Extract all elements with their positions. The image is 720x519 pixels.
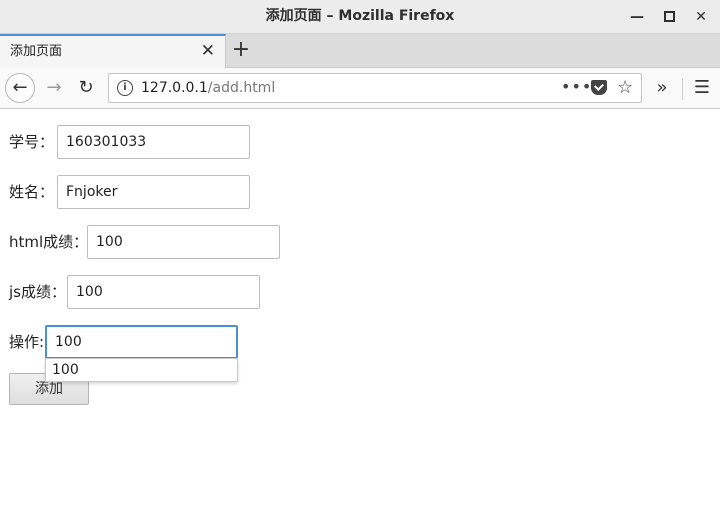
tab-title: 添加页面 [10, 44, 63, 59]
maximize-icon [663, 10, 675, 22]
page-actions-icon[interactable]: ••• [561, 74, 592, 100]
forward-button[interactable]: → [40, 74, 68, 102]
js-score-input[interactable] [67, 275, 260, 309]
html-score-label: html成绩： [9, 233, 89, 251]
url-host: 127.0.0.1 [141, 80, 208, 96]
new-tab-button[interactable]: + [230, 34, 252, 66]
url-text[interactable]: 127.0.0.1/add.html [141, 74, 275, 102]
url-bar[interactable]: i 127.0.0.1/add.html ••• ☆ [108, 73, 642, 103]
tab-strip: 添加页面 ✕ + [0, 34, 720, 68]
autocomplete-suggestion[interactable]: 100 [45, 358, 238, 382]
url-path: /add.html [207, 80, 276, 96]
bookmark-star-icon[interactable]: ☆ [617, 74, 633, 102]
maximize-button[interactable] [658, 6, 680, 28]
back-button[interactable]: ← [5, 73, 35, 103]
operation-input[interactable] [45, 325, 238, 359]
minimize-button[interactable]: — [626, 6, 648, 28]
window-titlebar: 添加页面 – Mozilla Firefox — ✕ [0, 0, 720, 34]
navigation-toolbar: ← → ↻ i 127.0.0.1/add.html ••• ☆ » ☰ [0, 68, 720, 109]
tab-active[interactable]: 添加页面 ✕ [0, 34, 226, 68]
js-score-label: js成绩： [9, 283, 66, 301]
name-input[interactable] [57, 175, 250, 209]
info-icon[interactable]: i [117, 80, 133, 96]
pocket-icon[interactable] [591, 80, 607, 95]
toolbar-divider [682, 78, 683, 100]
page-content: 学号： 姓名： html成绩： js成绩： 操作: 添加 100 [0, 109, 720, 519]
hamburger-menu-button[interactable]: ☰ [688, 74, 716, 102]
name-label: 姓名： [9, 183, 55, 201]
operation-label: 操作: [9, 333, 45, 351]
close-tab-icon[interactable]: ✕ [201, 36, 215, 67]
student-id-input[interactable] [57, 125, 250, 159]
reload-button[interactable]: ↻ [72, 74, 100, 102]
close-window-button[interactable]: ✕ [690, 6, 712, 28]
overflow-menu-button[interactable]: » [648, 74, 676, 102]
student-id-label: 学号： [9, 133, 55, 151]
html-score-input[interactable] [87, 225, 280, 259]
window-title: 添加页面 – Mozilla Firefox [265, 8, 455, 24]
